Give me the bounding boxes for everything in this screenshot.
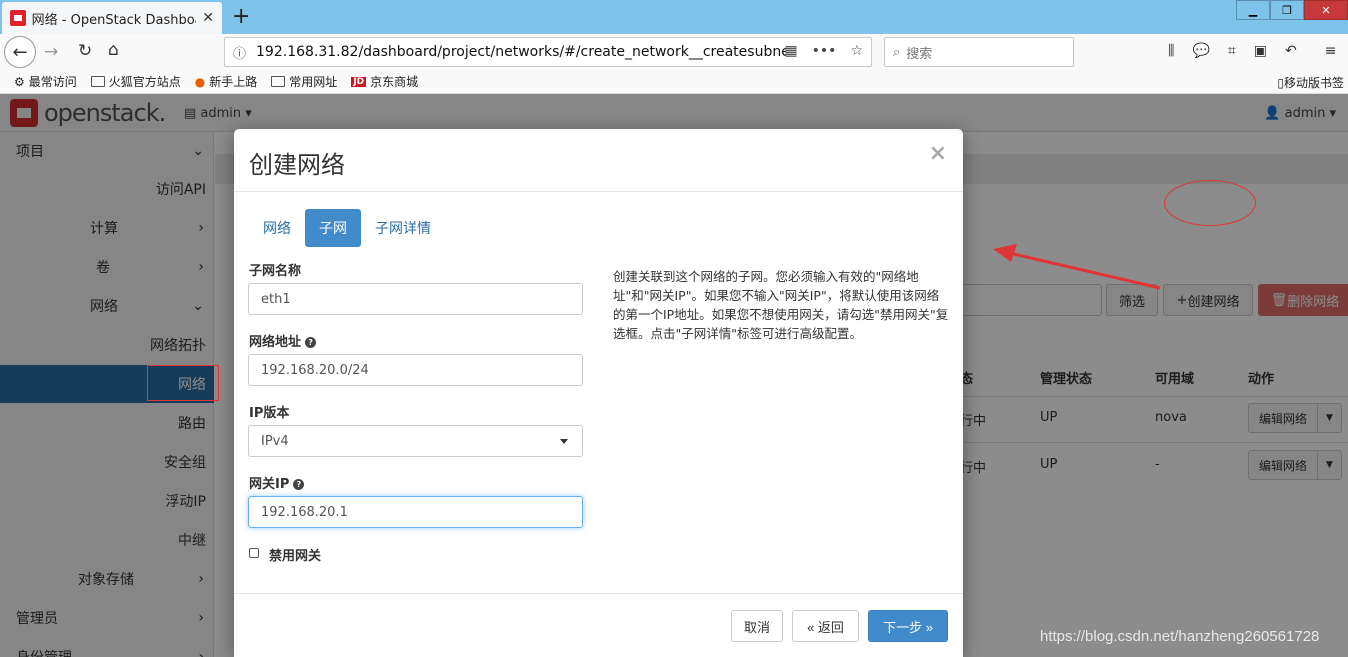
annotation-circle	[1164, 180, 1256, 226]
mobile-bookmarks[interactable]: ▯移动版书签	[1277, 74, 1344, 91]
browser-titlebar: 网络 - OpenStack Dashboard ✕ + ▁ ❐ ✕	[0, 0, 1348, 34]
caret-down-icon	[560, 439, 568, 444]
maximize-icon[interactable]: ❐	[1270, 0, 1304, 20]
reload-icon[interactable]: ↻	[78, 41, 92, 61]
annotation-box	[147, 365, 219, 401]
ip-version-select[interactable]: IPv4	[248, 425, 583, 457]
bookmark-most-visited[interactable]: ⚙ 最常访问	[14, 73, 77, 90]
modal-header: 创建网络 ×	[234, 129, 963, 192]
sidebar-toggle-icon[interactable]: ▣	[1254, 43, 1267, 59]
new-tab-icon[interactable]: +	[232, 4, 250, 29]
subnet-help-text: 创建关联到这个网络的子网。您必须输入有效的"网络地址"和"网关IP"。如果您不输…	[613, 269, 949, 341]
disable-gateway-checkbox[interactable]	[249, 548, 259, 558]
bookmark-jd[interactable]: JD 京东商城	[351, 73, 418, 90]
screenshot-icon[interactable]: ⌗	[1228, 43, 1236, 59]
bookmark-common-sites[interactable]: 常用网址	[271, 73, 337, 90]
firefox-icon: ●	[194, 74, 206, 89]
minimize-icon[interactable]: ▁	[1236, 0, 1270, 20]
cancel-button[interactable]: 取消	[731, 610, 783, 642]
openstack-favicon-icon	[10, 10, 26, 26]
jd-logo-icon: JD	[351, 76, 367, 87]
search-placeholder: 搜索	[906, 46, 933, 62]
menu-icon[interactable]: ≡	[1325, 43, 1337, 59]
bookmark-getting-started[interactable]: ● 新手上路	[195, 73, 258, 90]
network-address-label: 网络地址?	[249, 331, 317, 350]
modal-tabs: 网络 子网 子网详情	[249, 209, 445, 247]
browser-navbar: ← → ↻ ⌂ ⓘ 192.168.31.82/dashboard/projec…	[0, 34, 1348, 70]
modal-footer: 取消 « 返回 下一步 »	[234, 593, 963, 657]
chat-icon[interactable]: 💬	[1192, 43, 1209, 59]
gateway-ip-label: 网关IP?	[249, 473, 305, 492]
url-text[interactable]: 192.168.31.82/dashboard/project/networks…	[256, 44, 786, 60]
subnet-name-input[interactable]: eth1	[248, 283, 583, 315]
bookmark-star-icon[interactable]: ☆	[850, 43, 863, 59]
tab-close-icon[interactable]: ✕	[202, 10, 214, 26]
bookmarks-bar: ⚙ 最常访问 火狐官方站点 ● 新手上路 常用网址 JD 京东商城 ▯移动版书签	[0, 70, 1348, 94]
undo-icon[interactable]: ↶	[1285, 43, 1297, 59]
back-arrow-icon[interactable]: ←	[4, 36, 36, 68]
gateway-ip-input[interactable]: 192.168.20.1	[248, 496, 583, 528]
home-icon[interactable]: ⌂	[108, 40, 119, 60]
subnet-name-label: 子网名称	[249, 264, 302, 279]
question-icon[interactable]: ?	[293, 479, 305, 490]
gear-icon: ⚙	[14, 74, 25, 89]
page-actions-icon[interactable]: •••	[812, 43, 837, 59]
browser-tab[interactable]: 网络 - OpenStack Dashboard ✕	[2, 2, 222, 34]
window-close-icon[interactable]: ✕	[1304, 0, 1348, 20]
create-network-modal: 创建网络 × 网络 子网 子网详情 子网名称 eth1 网络地址? 192.16…	[234, 129, 963, 657]
folder-icon	[90, 76, 105, 87]
folder-icon	[271, 76, 286, 87]
tab-title: 网络 - OpenStack Dashboard	[31, 12, 197, 28]
tab-subnet[interactable]: 子网	[305, 209, 361, 247]
window-controls: ▁ ❐ ✕	[1236, 0, 1348, 20]
disable-gateway-label: 禁用网关	[269, 549, 322, 564]
watermark: https://blog.csdn.net/hanzheng260561728	[1040, 628, 1320, 645]
ip-version-label: IP版本	[249, 406, 290, 421]
url-bar[interactable]: ⓘ 192.168.31.82/dashboard/project/networ…	[224, 37, 872, 67]
library-icon[interactable]: ⫼	[1168, 43, 1174, 59]
search-icon: ⌕	[893, 44, 901, 60]
forward-arrow-icon[interactable]: →	[44, 42, 58, 62]
question-icon[interactable]: ?	[305, 337, 317, 348]
tab-subnet-details[interactable]: 子网详情	[361, 209, 445, 247]
next-button[interactable]: 下一步 »	[868, 610, 948, 642]
bookmark-firefox-site[interactable]: 火狐官方站点	[90, 73, 181, 90]
annotation-arrow-icon	[993, 244, 1161, 290]
mobile-icon: ▯	[1277, 76, 1284, 90]
search-input[interactable]: ⌕ 搜索	[884, 37, 1074, 67]
qr-code-icon[interactable]: ▦	[784, 43, 797, 59]
tab-network[interactable]: 网络	[249, 209, 305, 247]
back-button[interactable]: « 返回	[792, 610, 859, 642]
site-info-icon[interactable]: ⓘ	[233, 43, 246, 62]
modal-title: 创建网络	[249, 151, 345, 179]
network-address-input[interactable]: 192.168.20.0/24	[248, 354, 583, 386]
modal-close-icon[interactable]: ×	[929, 141, 947, 166]
